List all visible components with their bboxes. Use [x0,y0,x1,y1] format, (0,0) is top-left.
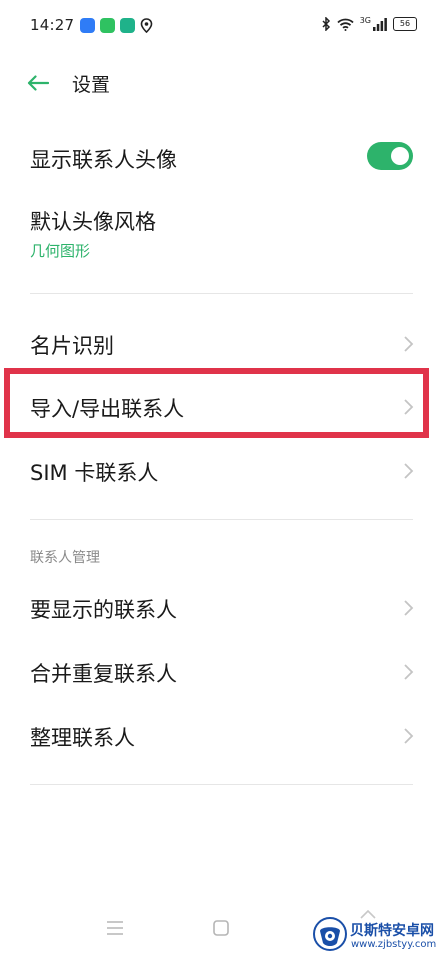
show-avatar-label: 显示联系人头像 [30,148,177,172]
card-recognition-label: 名片识别 [30,334,114,358]
chat-app-icon [120,18,135,33]
back-arrow-icon [27,75,49,91]
chevron-right-icon [404,728,414,744]
bluetooth-icon [322,17,330,31]
avatar-style-label: 默认头像风格 [30,210,156,234]
back-button[interactable] [22,68,54,98]
wifi-icon [337,18,354,31]
chevron-right-icon [404,600,414,616]
list-item[interactable]: 整理联系人 [0,704,443,766]
home-nav-button[interactable] [213,920,229,936]
location-icon [140,18,155,33]
network-type-label: 3G [359,15,371,25]
show-avatar-toggle[interactable] [367,142,413,170]
list-item-label: 整理联系人 [30,726,135,750]
watermark-logo-icon [313,917,347,951]
card-recognition-row[interactable]: 名片识别 [0,314,443,374]
watermark: 贝斯特安卓网 www.zjbstyy.com [313,915,441,957]
message-app-icon [100,18,115,33]
menu-nav-button[interactable] [106,920,124,936]
sim-contacts-row[interactable]: SIM 卡联系人 [0,440,443,502]
watermark-title: 贝斯特安卓网 [350,923,434,939]
highlight-box [4,368,429,438]
list-item[interactable]: 要显示的联系人 [0,576,443,638]
signal-icon [373,17,387,31]
divider [30,784,413,785]
status-time: 14:27 [30,16,75,34]
divider [30,519,413,520]
avatar-style-row[interactable]: 默认头像风格 几何图形 [0,192,443,272]
status-right: 3G 56 [322,15,417,31]
chevron-right-icon [404,463,414,479]
sim-contacts-label: SIM 卡联系人 [30,461,159,485]
bluetooth-app-icon [80,18,95,33]
header: 设置 [0,58,443,108]
list-item[interactable]: 合并重复联系人 [0,640,443,702]
watermark-url: www.zjbstyy.com [351,939,437,950]
battery-icon: 56 [393,17,417,31]
list-item-label: 要显示的联系人 [30,598,177,622]
toggle-knob [391,147,409,165]
divider [30,293,413,294]
chevron-right-icon [404,664,414,680]
status-bar: 14:27 3G 56 [0,0,443,52]
page-title: 设置 [72,74,111,96]
chevron-right-icon [404,336,414,352]
section-header-contacts-management: 联系人管理 [30,550,100,566]
notification-icons [80,18,155,33]
list-item-label: 合并重复联系人 [30,662,177,686]
avatar-style-value: 几何图形 [30,242,91,260]
